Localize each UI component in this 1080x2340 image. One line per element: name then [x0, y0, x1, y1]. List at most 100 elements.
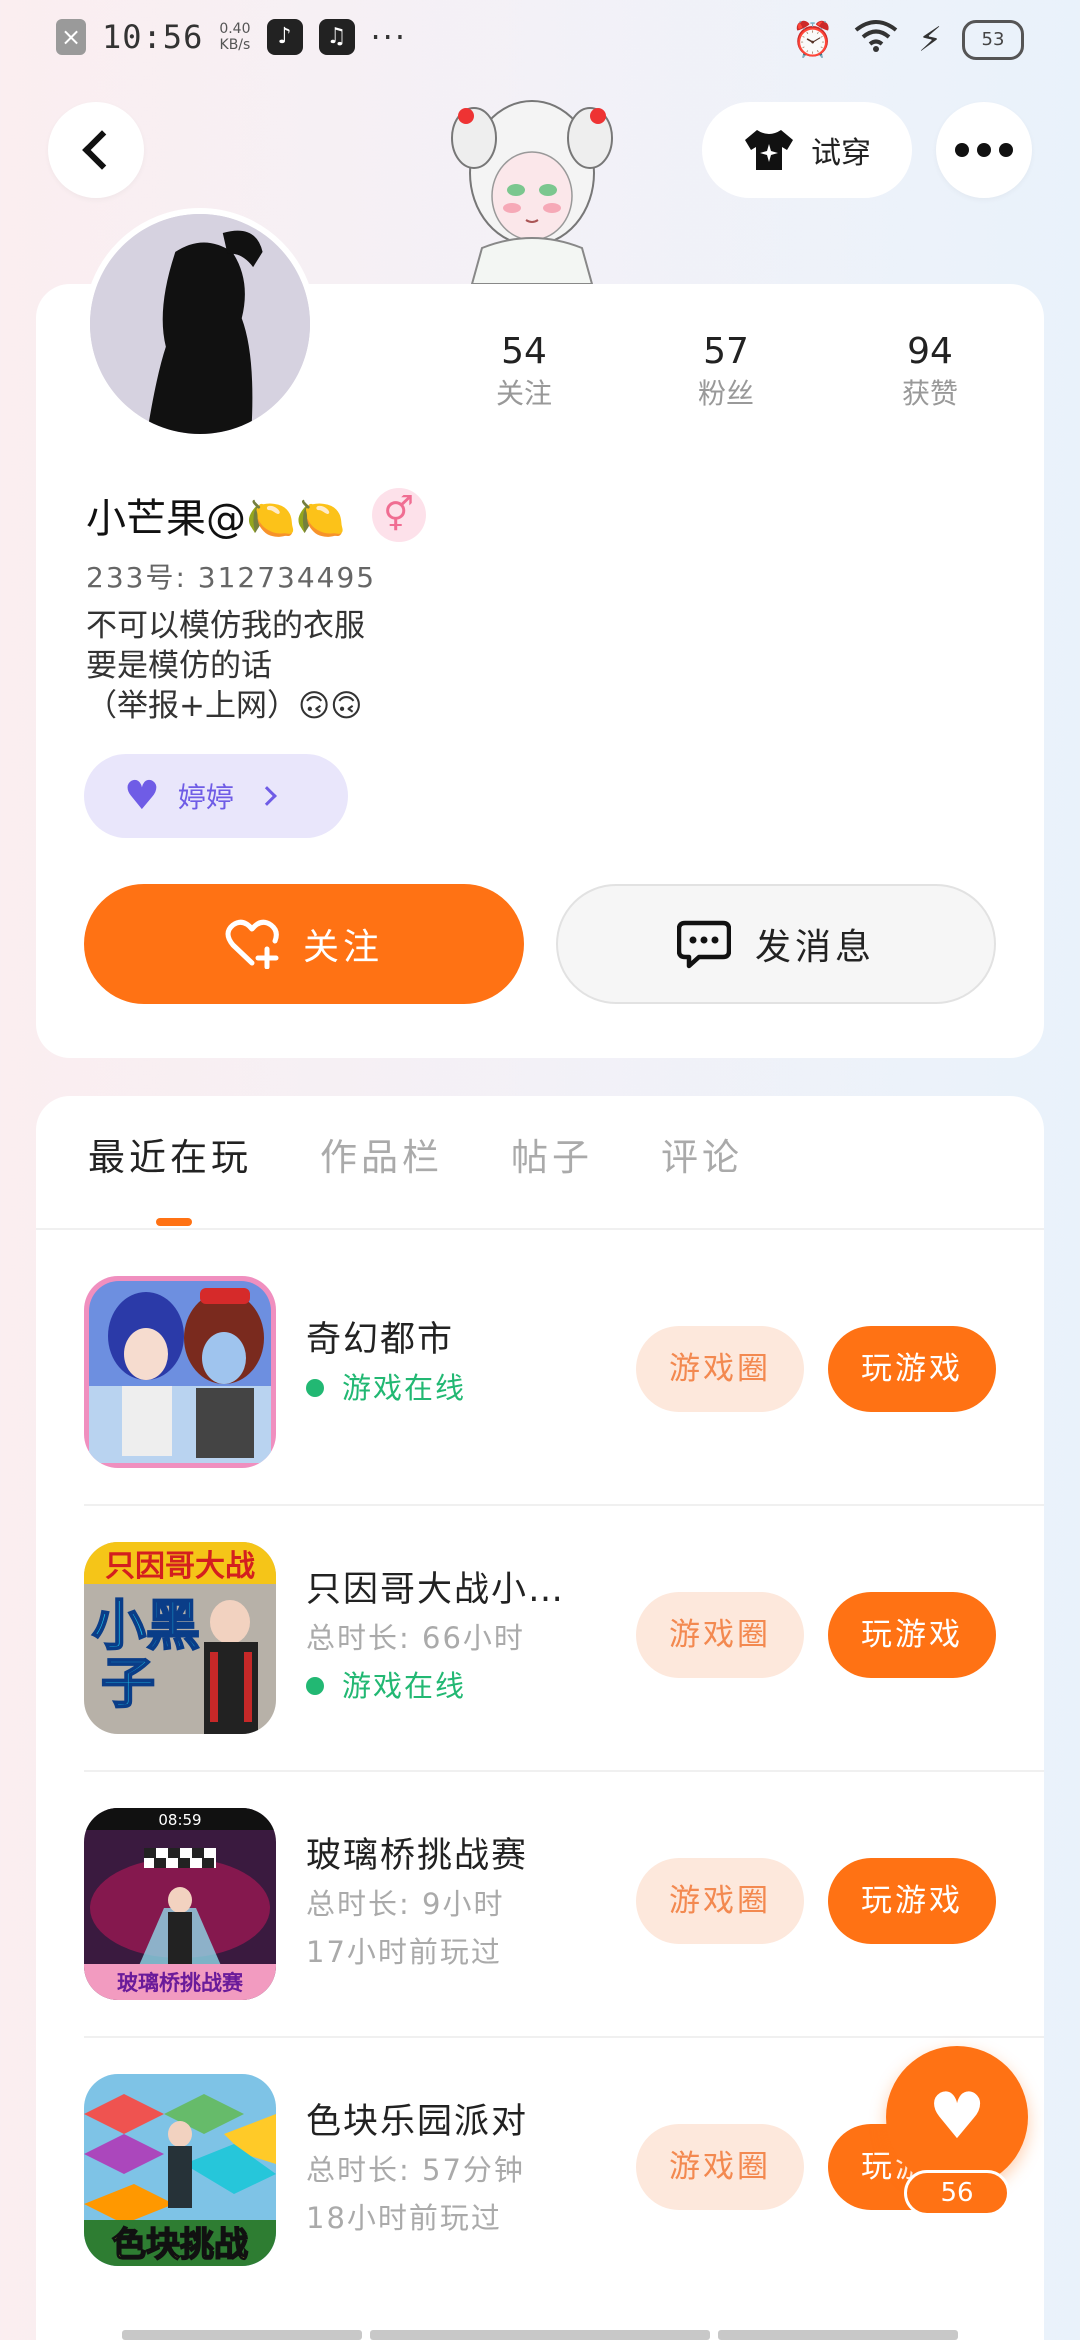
- online-status-label: 游戏在线: [342, 1669, 467, 1703]
- play-game-button[interactable]: 玩游戏: [828, 1592, 996, 1678]
- try-on-button[interactable]: 试穿: [702, 102, 912, 198]
- play-duration: 总时长: 57分钟: [306, 2153, 525, 2187]
- play-game-button[interactable]: 玩游戏: [828, 1858, 996, 1944]
- game-circle-button[interactable]: 游戏圈: [636, 1326, 804, 1412]
- send-message-label: 发消息: [754, 927, 875, 968]
- thumb-title-text: 只因哥大战: [105, 1549, 255, 1584]
- row-divider: [84, 1770, 1044, 1772]
- game-title: 色块乐园派对: [306, 2102, 529, 2142]
- send-message-button[interactable]: 发消息: [556, 884, 996, 1004]
- like-count: 56: [904, 2170, 1010, 2216]
- stat-likes[interactable]: 94 获赞: [850, 330, 1010, 414]
- thumb-word-text: 小黑: [92, 1594, 200, 1657]
- net-speed-unit: KB/s: [219, 37, 251, 53]
- try-on-label: 试穿: [811, 136, 871, 171]
- game-thumbnail[interactable]: 只因哥大战 小黑 子: [84, 1542, 276, 1734]
- alarm-icon: ⏰: [791, 19, 835, 60]
- stat-followers-value: 57: [703, 331, 749, 372]
- game-thumbnail[interactable]: 08:59 玻璃桥挑战赛: [84, 1808, 276, 2000]
- stat-following[interactable]: 54 关注: [444, 330, 604, 414]
- follow-label: 关注: [302, 927, 383, 968]
- network-speed: 0.40 KB/s: [219, 21, 250, 53]
- more-notifications-icon: ···: [370, 18, 408, 56]
- online-dot-icon: [306, 1379, 324, 1397]
- avatar[interactable]: [84, 208, 316, 440]
- clock-time: 10:56: [102, 18, 204, 56]
- tiktok-icon: ♪: [266, 19, 303, 55]
- online-dot-icon: [306, 1677, 324, 1695]
- game-info: 玻璃桥挑战赛 总时长: 9小时 17小时前玩过: [306, 1832, 636, 1976]
- game-info: 色块乐园派对 总时长: 57分钟 18小时前玩过: [306, 2098, 636, 2242]
- tab-works[interactable]: 作品栏: [320, 1128, 443, 1188]
- music-app-icon: ♫: [318, 19, 355, 55]
- game-circle-button[interactable]: 游戏圈: [636, 1592, 804, 1678]
- stat-following-label: 关注: [495, 377, 552, 410]
- online-status-label: 游戏在线: [342, 1371, 467, 1405]
- double-heart-icon: ♥: [124, 773, 160, 819]
- bottom-scroll-bars: [122, 2330, 958, 2340]
- friend-name: 婷婷: [177, 781, 234, 814]
- bio-line: 不可以模仿我的衣服: [86, 608, 365, 644]
- charging-icon: ⚡: [918, 19, 942, 60]
- battery-icon: 53: [962, 19, 1024, 60]
- tab-recently-played[interactable]: 最近在玩: [88, 1128, 252, 1188]
- chevron-right-icon: [256, 786, 277, 806]
- last-played: 18小时前玩过: [306, 2201, 502, 2235]
- game-row[interactable]: 08:59 玻璃桥挑战赛 玻璃桥挑战赛 总时长: 9小时 17小时前玩过 游戏圈…: [84, 1808, 1044, 2072]
- stat-followers-label: 粉丝: [697, 377, 754, 410]
- play-duration: 总时长: 9小时: [306, 1887, 505, 1921]
- tab-comments[interactable]: 评论: [661, 1128, 743, 1188]
- close-notification-icon: ×: [56, 19, 86, 55]
- net-speed-value: 0.40: [219, 21, 251, 37]
- heart-icon: ♥: [928, 2080, 986, 2154]
- thumb-timer-text: 08:59: [158, 1811, 201, 1829]
- shirt-icon: [743, 128, 795, 172]
- game-thumbnail[interactable]: [84, 1276, 276, 1468]
- more-icon: [955, 143, 1013, 157]
- row-divider: [84, 1504, 1044, 1506]
- game-info: 只因哥大战小… 总时长: 66小时 游戏在线: [306, 1566, 636, 1710]
- play-game-button[interactable]: 玩游戏: [828, 1326, 996, 1412]
- active-tab-indicator: [156, 1218, 192, 1226]
- game-thumbnail[interactable]: 色块挑战: [84, 2074, 276, 2266]
- user-id: 233号: 312734495: [86, 561, 377, 594]
- wifi-icon: [854, 18, 898, 61]
- stat-following-value: 54: [501, 331, 547, 372]
- game-title: 奇幻都市: [306, 1320, 455, 1360]
- user-name: 小芒果@🍋🍋: [86, 496, 346, 542]
- like-floating-button[interactable]: ♥: [886, 2046, 1028, 2188]
- avatar-character-image: [432, 78, 632, 285]
- status-bar: × 10:56 0.40 KB/s ♪ ♫ ··· ⏰ ⚡ 53: [0, 0, 1080, 84]
- friend-relation-chip[interactable]: ♥ 婷婷: [84, 754, 348, 838]
- thumb-title-text: 玻璃桥挑战赛: [117, 1971, 244, 1995]
- more-options-button[interactable]: [936, 102, 1032, 198]
- game-title: 玻璃桥挑战赛: [306, 1836, 529, 1876]
- game-circle-button[interactable]: 游戏圈: [636, 1858, 804, 1944]
- profile-tabs: 最近在玩 作品栏 帖子 评论: [88, 1128, 743, 1188]
- thumb-word-text: 子: [101, 1652, 155, 1715]
- game-circle-button[interactable]: 游戏圈: [636, 2124, 804, 2210]
- bio-line: （举报+上网）🙃🙃: [86, 688, 363, 724]
- tab-posts[interactable]: 帖子: [511, 1128, 593, 1188]
- back-button[interactable]: [48, 102, 144, 198]
- user-bio: 不可以模仿我的衣服 要是模仿的话 （举报+上网）🙃🙃: [86, 606, 365, 726]
- chat-bubble-icon: [676, 919, 732, 969]
- stat-followers[interactable]: 57 粉丝: [646, 330, 806, 414]
- game-title: 只因哥大战小…: [306, 1570, 566, 1610]
- row-divider: [84, 2036, 1044, 2038]
- play-duration: 总时长: 66小时: [306, 1621, 525, 1655]
- thumb-title-text: 色块挑战: [112, 2225, 248, 2265]
- stat-likes-label: 获赞: [901, 377, 958, 410]
- tabs-divider: [36, 1228, 1044, 1230]
- game-row[interactable]: 只因哥大战 小黑 子 只因哥大战小… 总时长: 66小时 游戏在线 游戏圈 玩游…: [84, 1542, 1044, 1806]
- game-row[interactable]: 奇幻都市 游戏在线 游戏圈 玩游戏: [84, 1276, 1044, 1540]
- online-status: 游戏在线: [306, 1662, 636, 1710]
- online-status: 游戏在线: [306, 1364, 636, 1412]
- back-arrow-icon: [82, 130, 122, 170]
- name-row: 小芒果@🍋🍋 ⚥: [86, 486, 426, 544]
- stat-likes-value: 94: [907, 331, 953, 372]
- last-played: 17小时前玩过: [306, 1935, 502, 1969]
- gender-female-icon: ⚥: [371, 488, 426, 542]
- heart-plus-icon: [225, 919, 279, 970]
- follow-button[interactable]: 关注: [84, 884, 524, 1004]
